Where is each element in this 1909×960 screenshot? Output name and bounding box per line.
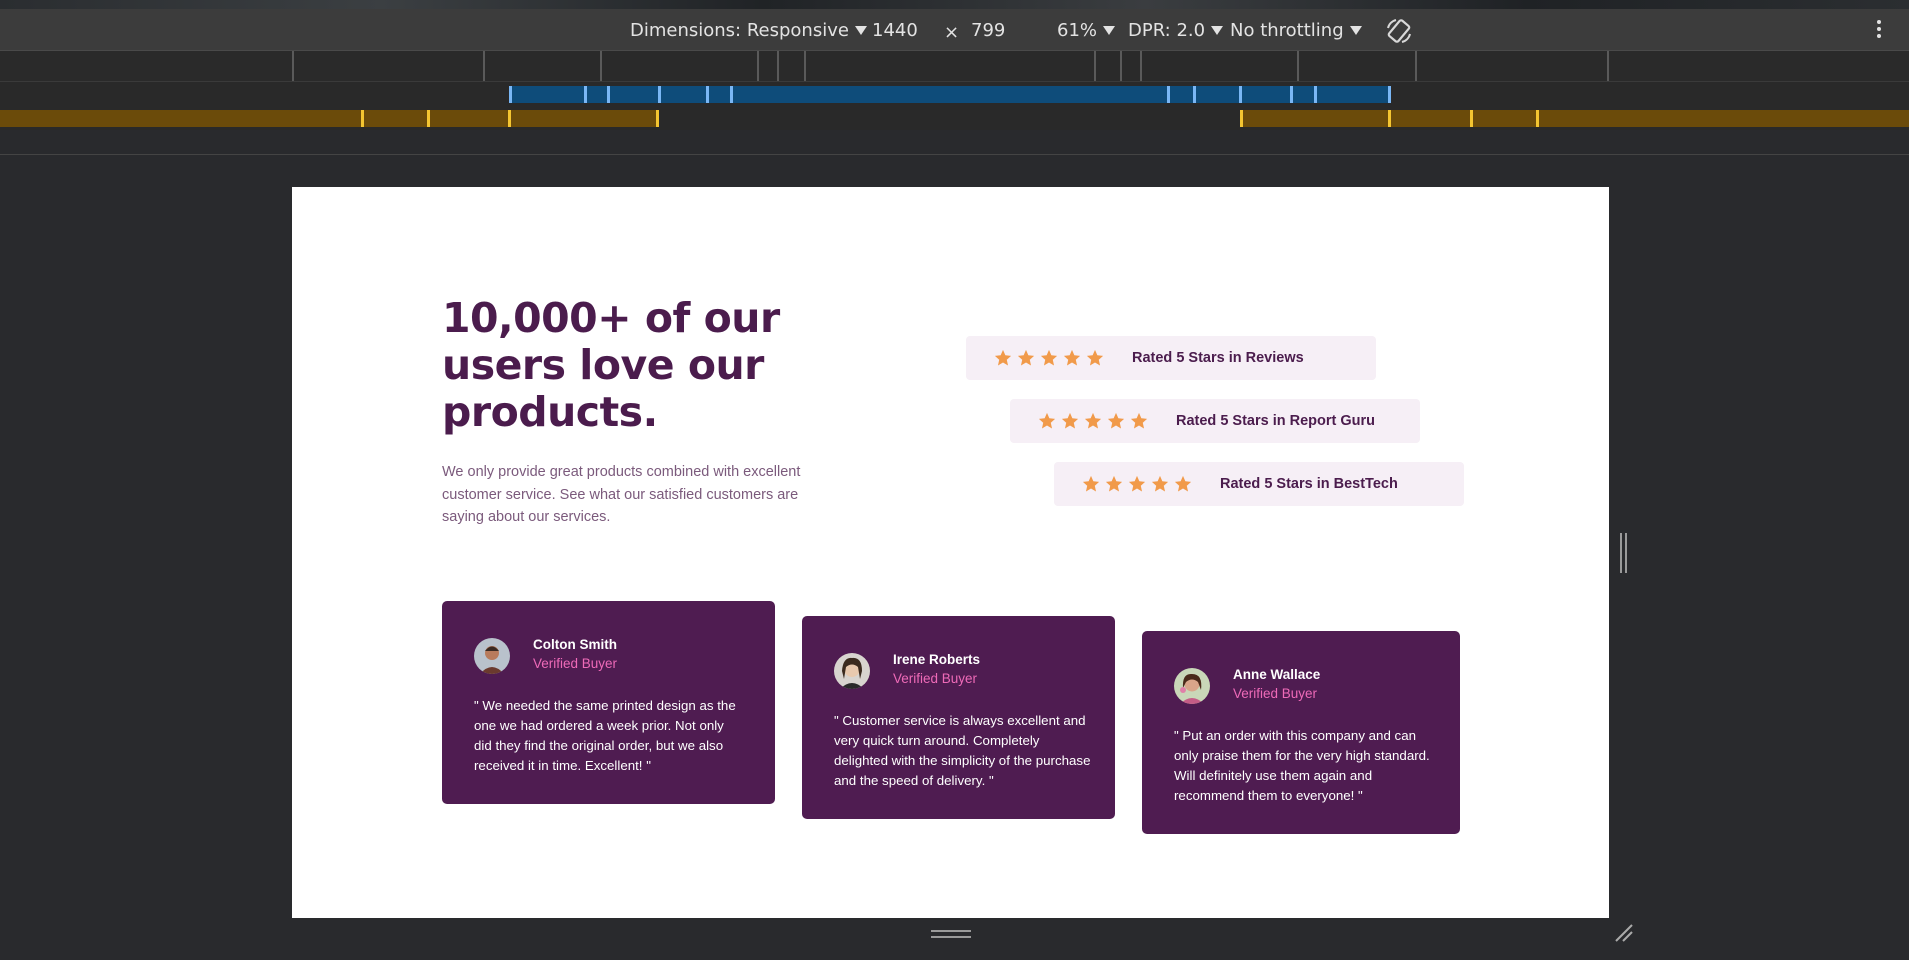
star-icon <box>1082 475 1100 492</box>
avatar <box>1174 668 1210 704</box>
caret-down-icon <box>1349 26 1362 35</box>
rating-label: Rated 5 Stars in Report Guru <box>1176 413 1376 429</box>
testimonial-quote: " Put an order with this company and can… <box>1174 728 1430 803</box>
testimonial-card: Anne Wallace Verified Buyer " Put an ord… <box>1142 631 1460 834</box>
reviewer-role: Verified Buyer <box>893 671 978 686</box>
star-icon <box>994 349 1012 366</box>
emulated-viewport: 10,000+ of our users love our products. … <box>292 187 1609 918</box>
resize-handle-right[interactable] <box>1619 533 1629 573</box>
throttling-label: No throttling <box>1230 20 1344 41</box>
reviewer-role: Verified Buyer <box>533 656 618 671</box>
resize-corner-icon[interactable] <box>1614 923 1634 943</box>
height-input[interactable]: 799 <box>971 20 1005 41</box>
intro-text: We only provide great products combined … <box>442 464 801 525</box>
rating-reviews: Rated 5 Stars in Reviews <box>966 336 1376 380</box>
star-icon <box>1105 475 1123 492</box>
reviewer-name: Colton Smith <box>533 637 617 652</box>
avatar <box>834 653 870 689</box>
device-toolbar: Dimensions: Responsive 1440 × 799 61% DP… <box>0 9 1909 51</box>
zoom-label: 61% <box>1057 20 1098 41</box>
width-input[interactable]: 1440 <box>872 20 918 41</box>
star-icon <box>1063 349 1081 366</box>
media-query-bar-min-width[interactable] <box>0 106 1909 130</box>
times-symbol: × <box>944 22 960 43</box>
star-icon <box>1107 412 1125 429</box>
star-icon <box>1038 412 1056 429</box>
reviewer-name: Anne Wallace <box>1233 667 1321 682</box>
rotate-icon[interactable] <box>1384 16 1414 46</box>
star-icon <box>1086 349 1104 366</box>
dimensions-label: Dimensions: Responsive <box>630 20 849 41</box>
avatar <box>474 638 510 674</box>
star-icon <box>1130 412 1148 429</box>
star-rating <box>1038 412 1150 430</box>
testimonial-card: Irene Roberts Verified Buyer " Customer … <box>802 616 1115 819</box>
caret-down-icon <box>1103 26 1116 35</box>
dimensions-dropdown[interactable]: Dimensions: Responsive <box>630 20 867 41</box>
reviewer-name: Irene Roberts <box>893 652 981 667</box>
star-rating <box>1082 475 1194 493</box>
zoom-dropdown[interactable]: 61% <box>1057 20 1116 41</box>
background-image-strip <box>0 0 1909 9</box>
rating-label: Rated 5 Stars in Reviews <box>1132 350 1304 366</box>
media-query-bar-max-width[interactable] <box>0 82 1909 106</box>
reviewer-role: Verified Buyer <box>1233 686 1318 701</box>
caret-down-icon <box>1211 26 1224 35</box>
dpr-dropdown[interactable]: DPR: 2.0 <box>1128 20 1224 41</box>
resize-handle-bottom[interactable] <box>931 930 971 940</box>
rating-report-guru: Rated 5 Stars in Report Guru <box>1010 399 1420 443</box>
page-title: 10,000+ of our users love our products. <box>442 294 780 436</box>
star-icon <box>1040 349 1058 366</box>
star-icon <box>1128 475 1146 492</box>
caret-down-icon <box>854 26 867 35</box>
star-icon <box>1017 349 1035 366</box>
throttling-dropdown[interactable]: No throttling <box>1230 20 1362 41</box>
star-icon <box>1061 412 1079 429</box>
star-icon <box>1174 475 1192 492</box>
toolbar-divider <box>0 154 1909 155</box>
dpr-label: DPR: 2.0 <box>1128 20 1206 41</box>
testimonial-quote: " We needed the same printed design as t… <box>474 698 736 773</box>
star-icon <box>1151 475 1169 492</box>
media-query-ruler <box>0 51 1909 82</box>
more-options-icon[interactable] <box>1876 20 1882 42</box>
testimonial-card: Colton Smith Verified Buyer " We needed … <box>442 601 775 804</box>
rating-label: Rated 5 Stars in BestTech <box>1220 476 1398 492</box>
rating-besttech: Rated 5 Stars in BestTech <box>1054 462 1464 506</box>
star-icon <box>1084 412 1102 429</box>
testimonial-quote: " Customer service is always excellent a… <box>834 713 1091 788</box>
star-rating <box>994 349 1106 367</box>
